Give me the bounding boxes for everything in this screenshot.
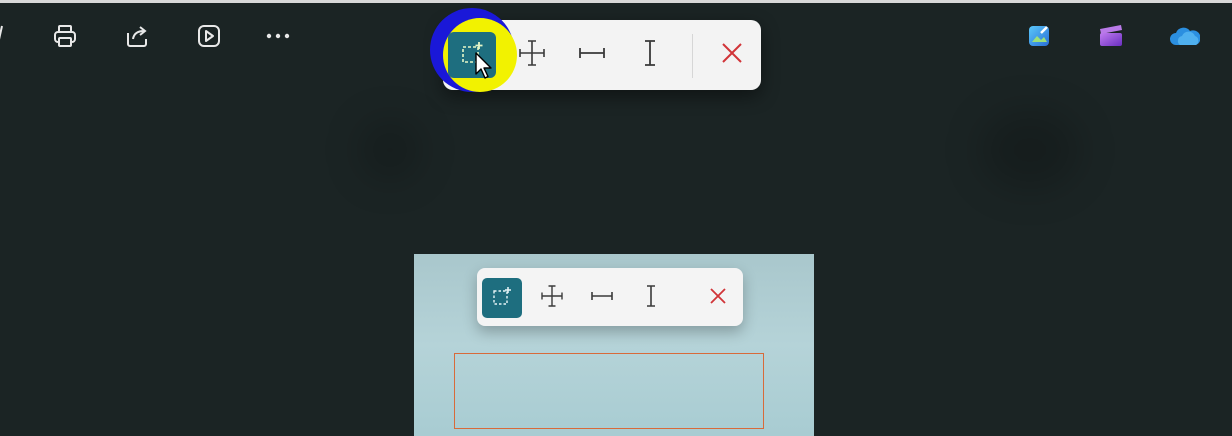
preview-horizontal-measure-button[interactable] <box>585 278 619 318</box>
measure-selection-rect[interactable] <box>454 353 764 429</box>
select-region-icon <box>491 285 513 311</box>
slideshow-icon[interactable] <box>195 22 223 50</box>
edit-icon[interactable] <box>0 22 4 48</box>
vertical-measure-icon <box>635 38 665 72</box>
background-shadow <box>980 110 1080 190</box>
preview-select-region-button[interactable] <box>482 278 522 318</box>
clipchamp-icon[interactable] <box>1097 22 1125 50</box>
move-icon <box>539 283 565 313</box>
print-icon[interactable] <box>51 22 79 50</box>
preview-vertical-measure-button[interactable] <box>634 278 668 318</box>
close-button[interactable] <box>712 32 752 78</box>
vertical-measure-icon <box>638 283 664 313</box>
horizontal-measure-button[interactable] <box>572 32 612 78</box>
close-icon <box>719 40 745 70</box>
mouse-cursor <box>474 52 494 80</box>
move-icon <box>517 38 547 72</box>
screen <box>0 0 1232 436</box>
more-icon[interactable] <box>264 22 292 50</box>
move-button[interactable] <box>512 32 552 78</box>
window-top-edge <box>0 0 1232 3</box>
preview-close-button[interactable] <box>701 278 735 318</box>
horizontal-measure-icon <box>589 283 615 313</box>
horizontal-measure-icon <box>577 38 607 72</box>
toolbar-divider <box>692 34 693 78</box>
close-icon <box>707 285 729 311</box>
share-icon[interactable] <box>123 22 151 50</box>
background-shadow <box>360 120 420 180</box>
onedrive-icon[interactable] <box>1168 22 1200 50</box>
vertical-measure-button[interactable] <box>630 32 670 78</box>
photos-edit-icon[interactable] <box>1025 22 1053 50</box>
preview-move-button[interactable] <box>535 278 569 318</box>
